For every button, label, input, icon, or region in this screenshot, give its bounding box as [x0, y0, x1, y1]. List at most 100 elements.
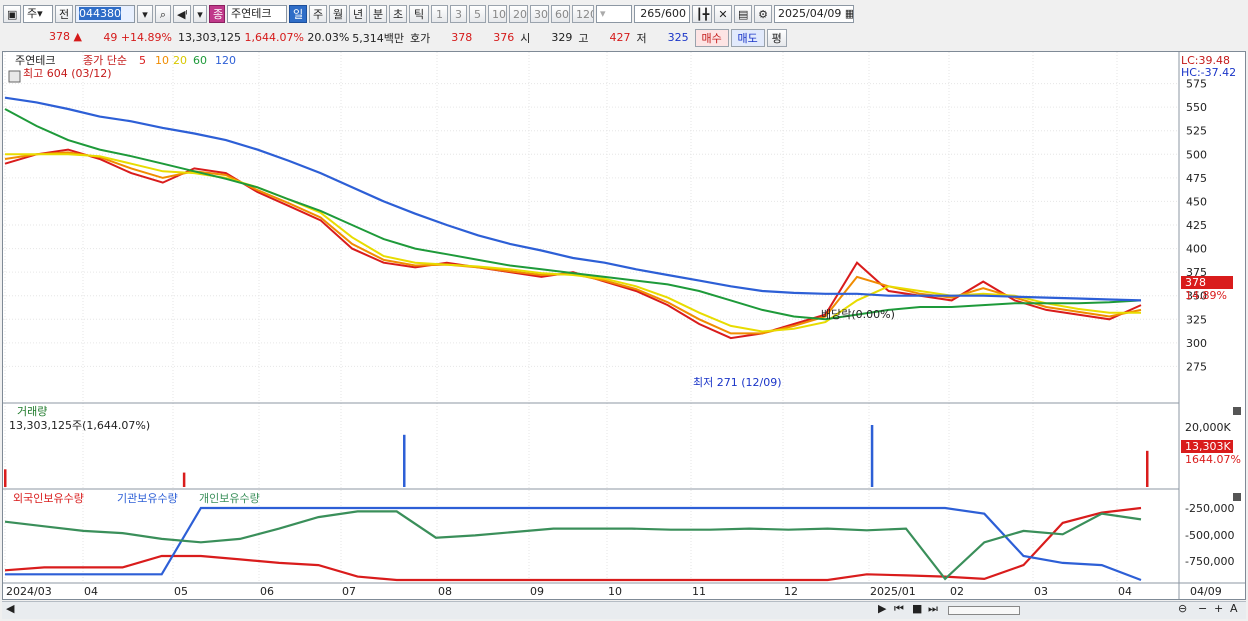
- volume-tick: 20,000K: [1185, 421, 1231, 434]
- volume-close-icon[interactable]: [1233, 407, 1241, 415]
- tab-day[interactable]: 일: [289, 5, 307, 23]
- chart-area[interactable]: 575 550 525 500 475 450 425 400 375 350 325 300 275 …: [2, 51, 1246, 600]
- price-change: 49 +14.89%: [103, 31, 172, 44]
- interval-120[interactable]: 120: [572, 5, 594, 23]
- ma5-label: 5: [139, 54, 146, 67]
- open-value: 329: [551, 31, 573, 44]
- interval-5[interactable]: 5: [469, 5, 486, 23]
- chart-scrollbar[interactable]: ◀ ▶ ⏮ ■ ⏭ ⊖ − + A: [2, 601, 1246, 619]
- holdings-tick-1: -250,000: [1185, 502, 1234, 515]
- price-tick: 575: [1186, 78, 1207, 91]
- price-tick: 300: [1186, 337, 1207, 350]
- crosshair-icon[interactable]: ✕: [714, 5, 732, 23]
- volume-bar: [1146, 450, 1149, 487]
- stock-name-field[interactable]: 주연테크: [227, 5, 287, 23]
- stop-icon[interactable]: ■: [912, 602, 922, 615]
- price-tick: 550: [1186, 101, 1207, 114]
- date-tick: 09: [530, 585, 544, 598]
- tab-minute[interactable]: 분: [369, 5, 387, 23]
- holdings-tick-3: -750,000: [1185, 555, 1234, 568]
- nav-last-icon[interactable]: ⏭: [928, 602, 938, 616]
- toggle-icon[interactable]: [8, 70, 21, 83]
- ask1-value: 378: [451, 31, 473, 44]
- custom-interval-input[interactable]: ▾: [596, 5, 632, 23]
- price-tick: 500: [1186, 148, 1207, 161]
- tab-year[interactable]: 년: [349, 5, 367, 23]
- nav-first-icon[interactable]: ⏮: [894, 602, 904, 616]
- volume-text: 13,303,125 1,644.07% 20.03%: [178, 31, 350, 44]
- open-label: 시: [520, 31, 531, 45]
- last-price: 378: [1185, 276, 1206, 289]
- low-note: 최저 271 (12/09): [693, 376, 782, 389]
- bar-count-field[interactable]: 265/600: [634, 5, 690, 23]
- date-tick: 07: [342, 585, 356, 598]
- low-value: 325: [667, 31, 689, 44]
- interval-20[interactable]: 20: [509, 5, 528, 23]
- date-tick: 04/09: [1190, 585, 1222, 598]
- holdings-close-icon[interactable]: [1233, 493, 1241, 501]
- volume-bar: [182, 472, 186, 487]
- scroll-right-icon[interactable]: ▶: [878, 602, 886, 615]
- speaker-icon[interactable]: ◀ᑊ: [173, 5, 191, 23]
- tab-second[interactable]: 초: [389, 5, 407, 23]
- candle-icon[interactable]: ┃╋: [692, 5, 712, 23]
- price-tick: 450: [1186, 195, 1207, 208]
- volume-bar: [403, 434, 406, 487]
- chart-canvas[interactable]: 575550525500475450425400375350325300275 …: [3, 52, 1245, 599]
- quote-bar: 378 ▲ 49 +14.89% 13,303,125 1,644.07% 20…: [0, 27, 1248, 48]
- sell-button[interactable]: 매도: [730, 28, 765, 47]
- price-tick: 475: [1186, 172, 1207, 185]
- price-tick: 275: [1186, 360, 1207, 373]
- font-icon[interactable]: A: [1230, 602, 1238, 615]
- tab-week[interactable]: 주: [309, 5, 327, 23]
- minus-icon[interactable]: −: [1198, 602, 1207, 615]
- price-tick: 425: [1186, 219, 1207, 232]
- buy-button[interactable]: 매수: [694, 28, 729, 47]
- ma60-label: 60: [193, 54, 207, 67]
- chevron-down-icon[interactable]: ▾: [193, 5, 207, 23]
- tab-month[interactable]: 월: [329, 5, 347, 23]
- ask2-value: 376: [493, 31, 515, 44]
- avg-button[interactable]: 평: [766, 28, 787, 47]
- scroll-left-icon[interactable]: ◀: [6, 602, 14, 615]
- date-tick: 2025/01: [870, 585, 916, 598]
- interval-10[interactable]: 10: [488, 5, 507, 23]
- zoom-slider[interactable]: [948, 606, 1020, 615]
- date-tick: 11: [692, 585, 706, 598]
- stock-code-input[interactable]: 044380: [75, 5, 135, 23]
- main-toolbar: ▣ 주▾ 전 044380 ▾ ⌕ ◀ᑊ ▾ 종 주연테크 일 주 월 년 분 …: [0, 3, 1248, 25]
- high-note: 최고 604 (03/12): [23, 67, 112, 80]
- tab-tick[interactable]: 틱: [409, 5, 429, 23]
- interval-30[interactable]: 30: [530, 5, 549, 23]
- window-icon[interactable]: ▣: [3, 5, 21, 23]
- volume-bar: [870, 425, 874, 487]
- ask-label: 호가: [410, 31, 431, 45]
- volume-last-pct: 1644.07%: [1185, 453, 1241, 466]
- dropdown-icon[interactable]: ▾: [137, 5, 153, 23]
- last-price-pct: 14.89%: [1185, 289, 1227, 302]
- volume-last: 13,303K: [1185, 440, 1231, 453]
- low-label: 저: [636, 31, 647, 45]
- date-tick: 04: [1118, 585, 1132, 598]
- prev-button[interactable]: 전: [55, 5, 73, 23]
- current-price: 378 ▲: [49, 29, 82, 43]
- interval-3[interactable]: 3: [450, 5, 467, 23]
- trade-amount: 5,314백만: [352, 31, 404, 45]
- period-select[interactable]: 주▾: [23, 5, 53, 23]
- hc-label: HC:-37.42: [1181, 66, 1236, 79]
- plus-icon[interactable]: +: [1214, 602, 1223, 615]
- volume-title: 거래량: [17, 405, 47, 418]
- date-tick: 2024/03: [6, 585, 52, 598]
- search-icon[interactable]: ⌕: [155, 5, 171, 23]
- interval-60[interactable]: 60: [551, 5, 570, 23]
- price-tick: 525: [1186, 125, 1207, 138]
- date-field[interactable]: 2025/04/09 ▦: [774, 5, 854, 23]
- save-icon[interactable]: ▤: [734, 5, 752, 23]
- interval-1[interactable]: 1: [431, 5, 448, 23]
- gear-icon[interactable]: ⚙: [754, 5, 772, 23]
- zoom-out-icon[interactable]: ⊖: [1178, 602, 1187, 615]
- holdings-tick-2: -500,000: [1185, 529, 1234, 542]
- ma-label: 종가 단순: [83, 54, 127, 67]
- high-value: 427: [609, 31, 631, 44]
- foreign-holdings-label: 외국인보유수량: [13, 492, 84, 505]
